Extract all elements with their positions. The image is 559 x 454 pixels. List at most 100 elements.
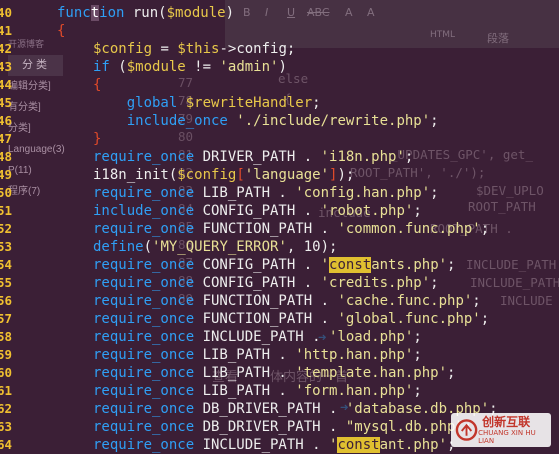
code-token: require_once <box>93 383 203 399</box>
watermark-logo: 创新互联 CHUANG XIN HU LIAN <box>451 413 551 447</box>
code-token: FUNCTION_PATH . <box>202 221 338 237</box>
code-token: include_once <box>93 203 203 219</box>
code-token: 'credits.php' <box>320 275 431 291</box>
code-token: if <box>93 59 119 75</box>
code-line[interactable]: global $rewriteHandler; <box>93 94 321 112</box>
code-editor[interactable]: function run($module){$config = $this->c… <box>0 0 559 453</box>
watermark-logo-icon <box>455 419 478 441</box>
code-token: DRIVER_PATH . <box>202 149 321 165</box>
code-token: func <box>57 5 91 21</box>
code-line[interactable]: require_once DB_DRIVER_PATH . "mysql.db.… <box>93 418 472 436</box>
code-token: $this <box>177 41 220 57</box>
code-token: require_once <box>93 275 203 291</box>
code-token: require_once <box>93 149 203 165</box>
code-token: DB_DRIVER_PATH . <box>202 401 346 417</box>
code-token: $module <box>126 59 186 75</box>
code-line[interactable]: i18n_init($config['language']); <box>93 166 354 184</box>
code-line[interactable]: require_once INCLUDE_PATH . 'constant.ph… <box>93 436 455 454</box>
code-line[interactable]: require_once FUNCTION_PATH . 'common.fun… <box>93 220 489 238</box>
code-token: DB_DRIVER_PATH . <box>202 419 346 435</box>
code-token: 'load.php' <box>329 329 414 345</box>
watermark-subtitle: CHUANG XIN HU LIAN <box>478 428 536 445</box>
code-line[interactable]: function run($module) <box>57 4 234 22</box>
code-line[interactable]: require_once LIB_PATH . 'template.han.ph… <box>93 364 455 382</box>
code-token: CONFIG_PATH . <box>202 275 321 291</box>
code-token: [ <box>236 167 245 183</box>
code-token: 'global.func.php' <box>337 311 481 327</box>
code-token: ' <box>320 257 330 273</box>
code-line[interactable]: $config = $this->config; <box>93 40 295 58</box>
code-token: LIB_PATH . <box>202 365 296 381</box>
code-token: require_once <box>93 365 203 381</box>
code-token: ; <box>404 149 414 165</box>
code-token: require_once <box>93 293 203 309</box>
code-token: ; <box>472 293 481 309</box>
code-token: LIB_PATH . <box>202 383 296 399</box>
code-token: ; <box>447 257 456 273</box>
code-token: != <box>185 59 220 75</box>
code-token: 'i18n.php' <box>320 149 405 165</box>
code-line[interactable]: } <box>93 130 101 148</box>
code-token: $config <box>93 41 153 57</box>
code-line[interactable]: { <box>57 22 65 40</box>
code-line[interactable]: include_once CONFIG_PATH . 'robot.php'; <box>93 202 422 220</box>
code-token: const <box>329 257 372 273</box>
code-line[interactable]: require_once DRIVER_PATH . 'i18n.php'; <box>93 148 413 166</box>
code-line[interactable]: require_once LIB_PATH . 'form.han.php'; <box>93 382 422 400</box>
code-token: 'robot.php' <box>320 203 414 219</box>
code-token: CONFIG_PATH . <box>202 203 321 219</box>
code-token: ( <box>143 239 153 255</box>
code-token: ; <box>430 113 439 129</box>
code-token: "mysql.db.php" <box>345 419 464 435</box>
code-line[interactable]: require_once DB_DRIVER_PATH . 'database.… <box>93 400 498 418</box>
code-token: { <box>57 23 66 39</box>
code-token: define <box>93 239 144 255</box>
code-line[interactable]: require_once CONFIG_PATH . 'constants.ph… <box>93 256 455 274</box>
code-token: ; <box>430 275 439 291</box>
code-token: } <box>93 131 102 147</box>
code-token: ; <box>447 365 456 381</box>
code-token: require_once <box>93 185 203 201</box>
code-token: ants.php' <box>371 257 448 273</box>
code-token: 'language' <box>244 167 330 183</box>
code-token: 'config.han.php' <box>295 185 431 201</box>
code-token: require_once <box>93 437 203 453</box>
code-token: $module <box>166 5 226 21</box>
code-line[interactable]: { <box>93 76 101 94</box>
code-line[interactable]: require_once LIB_PATH . 'config.han.php'… <box>93 184 439 202</box>
code-line[interactable]: require_once CONFIG_PATH . 'credits.php'… <box>93 274 439 292</box>
code-line[interactable]: define('MY_QUERY_ERROR', 10); <box>93 238 337 256</box>
code-line[interactable]: include_once './include/rewrite.php'; <box>93 112 439 130</box>
code-token: ->config; <box>219 41 296 57</box>
code-token: FUNCTION_PATH . <box>202 293 338 309</box>
code-token: ; <box>312 95 321 111</box>
code-token: = <box>152 41 178 57</box>
code-token: ant.php' <box>379 437 448 453</box>
code-line[interactable]: require_once LIB_PATH . 'http.han.php'; <box>93 346 422 364</box>
code-token: ; <box>480 311 490 327</box>
code-token: const <box>337 437 380 453</box>
code-line[interactable]: require_once FUNCTION_PATH . 'global.fun… <box>93 310 489 328</box>
code-token: include_once <box>126 113 237 129</box>
code-token: CONFIG_PATH . <box>202 257 321 273</box>
code-line[interactable]: if ($module != 'admin') <box>93 58 287 76</box>
code-token: require_once <box>93 329 203 345</box>
code-line[interactable]: require_once FUNCTION_PATH . 'cache.func… <box>93 292 481 310</box>
code-token: ion <box>99 5 133 21</box>
watermark-title: 创新互联 <box>482 414 531 429</box>
code-token: ) <box>225 5 235 21</box>
code-token: require_once <box>93 347 203 363</box>
code-token: global <box>126 95 186 111</box>
code-token: 'cache.func.php' <box>337 293 473 309</box>
code-token: LIB_PATH . <box>202 347 296 363</box>
code-token: ); <box>337 167 355 183</box>
code-token: t <box>90 5 100 21</box>
code-token: FUNCTION_PATH . <box>202 311 338 327</box>
code-token: ; <box>480 221 490 237</box>
code-token: ; <box>430 185 439 201</box>
code-line[interactable]: require_once INCLUDE_PATH . 'load.php'; <box>93 328 422 346</box>
code-token: require_once <box>93 401 203 417</box>
code-token: ( <box>118 59 127 75</box>
